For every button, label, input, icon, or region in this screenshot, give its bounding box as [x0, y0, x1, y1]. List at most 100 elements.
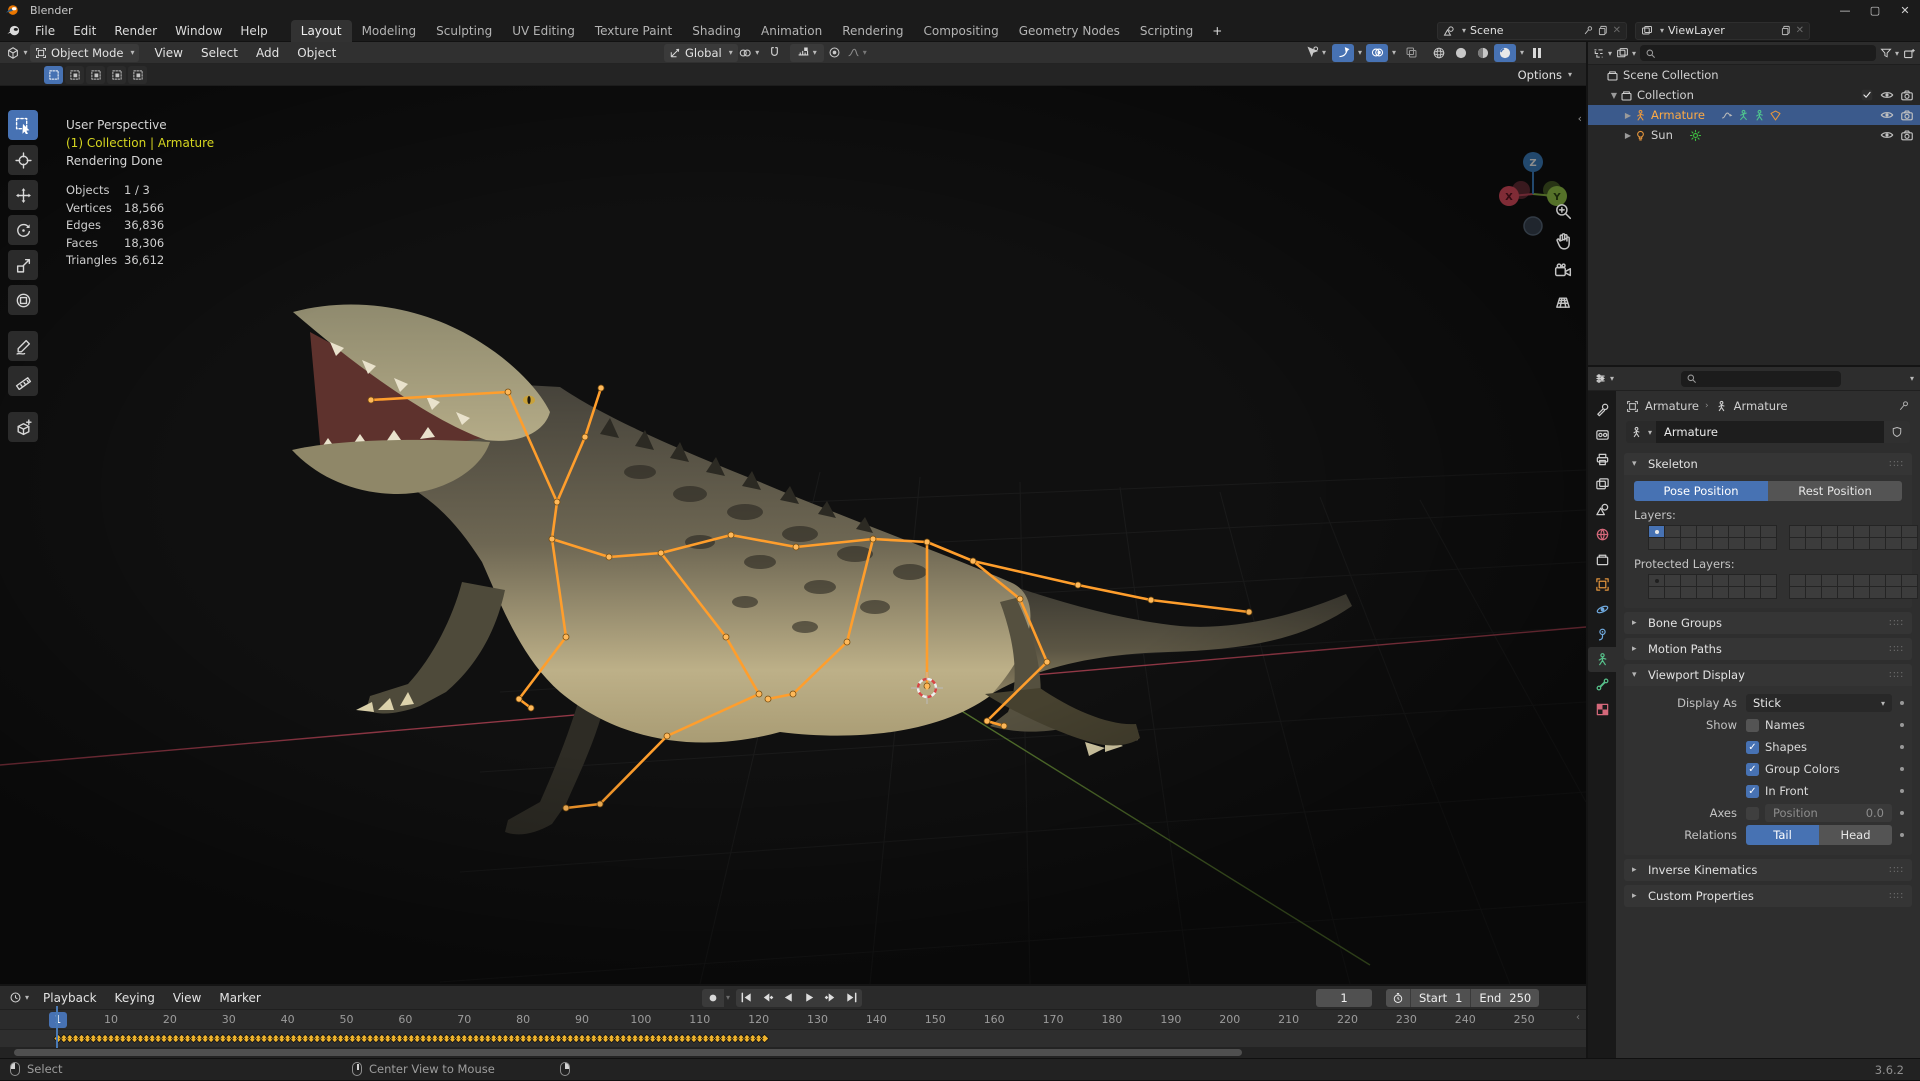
checkbox-in-front[interactable]: ✓ — [1746, 785, 1759, 798]
current-frame-indicator[interactable]: 1 — [49, 1012, 67, 1028]
select-mode-0[interactable] — [44, 66, 63, 84]
layer-cell[interactable] — [1886, 538, 1901, 549]
layer-cell[interactable] — [1729, 526, 1744, 537]
layer-cell[interactable] — [1665, 538, 1680, 549]
outliner-search-input[interactable] — [1640, 45, 1876, 61]
auto-keying-record-button[interactable] — [702, 989, 724, 1007]
layer-cell[interactable] — [1681, 526, 1696, 537]
layer-cell[interactable] — [1697, 587, 1712, 598]
layer-cell[interactable] — [1745, 587, 1760, 598]
layer-cell[interactable] — [1838, 538, 1853, 549]
viewport-menu-object[interactable]: Object — [288, 46, 345, 60]
toggle-ortho-icon[interactable] — [1554, 292, 1572, 310]
timeline-ruler[interactable]: 1020304050607080901001101201301401501601… — [0, 1010, 1586, 1030]
layer-cell[interactable] — [1854, 575, 1869, 586]
camera-toggle-icon[interactable] — [1900, 88, 1914, 102]
maximize-button[interactable]: ▢ — [1860, 0, 1890, 20]
timeline-scrollbar[interactable] — [0, 1047, 1586, 1058]
outliner-row-scene-collection[interactable]: Scene Collection — [1588, 65, 1920, 85]
eye-toggle-icon[interactable] — [1880, 88, 1894, 102]
menu-window[interactable]: Window — [166, 20, 231, 42]
gizmos-dropdown[interactable]: ▾ — [1358, 48, 1362, 57]
viewport-menu-select[interactable]: Select — [192, 46, 247, 60]
layer-cell[interactable] — [1761, 587, 1776, 598]
section-motion-paths-header[interactable]: ▸Motion Paths∷∷ — [1624, 638, 1912, 660]
zoom-icon[interactable] — [1554, 202, 1572, 220]
layer-cell[interactable] — [1902, 575, 1917, 586]
layer-cell[interactable] — [1649, 526, 1664, 537]
layer-cell[interactable] — [1822, 575, 1837, 586]
editor-type-properties-icon[interactable]: ▾ — [1594, 372, 1614, 385]
camera-toggle-icon[interactable] — [1900, 128, 1914, 142]
armature-name-field[interactable]: Armature — [1656, 421, 1884, 443]
relations-tail-button[interactable]: Tail — [1746, 825, 1819, 845]
section-custom-properties-header[interactable]: ▸Custom Properties∷∷ — [1624, 885, 1912, 907]
sidebar-collapse-arrow[interactable]: ‹ — [1578, 112, 1582, 125]
pin-icon[interactable] — [1583, 25, 1594, 36]
layer-cell[interactable] — [1665, 587, 1680, 598]
properties-tab-data[interactable] — [1588, 647, 1616, 672]
eye-toggle-icon[interactable] — [1880, 128, 1894, 142]
breadcrumb-data[interactable]: Armature — [1734, 399, 1788, 413]
animate-dot[interactable] — [1900, 811, 1904, 815]
options-dropdown[interactable]: Options▾ — [1518, 68, 1572, 82]
tool-rotate[interactable] — [8, 215, 38, 245]
play-button[interactable] — [799, 989, 820, 1007]
start-frame-field[interactable]: Start1 — [1411, 989, 1470, 1007]
checkbox-names[interactable] — [1746, 719, 1759, 732]
section-viewport-display-header[interactable]: ▾Viewport Display∷∷ — [1624, 664, 1912, 686]
orientation-dropdown[interactable]: Global ▾ — [664, 44, 738, 62]
layer-cell[interactable] — [1713, 526, 1728, 537]
properties-tab-view-layer[interactable] — [1588, 472, 1616, 497]
workspace-tab-sculpting[interactable]: Sculpting — [426, 20, 502, 42]
camera-view-icon[interactable] — [1554, 262, 1572, 280]
layer-cell[interactable] — [1649, 575, 1664, 586]
layer-cell[interactable] — [1697, 538, 1712, 549]
tool-scale[interactable] — [8, 250, 38, 280]
layer-cell[interactable] — [1681, 587, 1696, 598]
shading-wireframe-button[interactable] — [1428, 44, 1450, 62]
pin-id-icon[interactable] — [1898, 400, 1910, 412]
menu-edit[interactable]: Edit — [64, 20, 105, 42]
layer-cell[interactable] — [1886, 587, 1901, 598]
jump-end-button[interactable] — [841, 989, 862, 1007]
viewport-menu-view[interactable]: View — [145, 46, 191, 60]
layer-cell[interactable] — [1806, 526, 1821, 537]
timeline-menu-marker[interactable]: Marker — [210, 991, 269, 1005]
shading-rendered-button[interactable] — [1494, 44, 1516, 62]
layer-cell[interactable] — [1790, 538, 1805, 549]
section-inverse-kinematics-header[interactable]: ▸Inverse Kinematics∷∷ — [1624, 859, 1912, 881]
minimize-button[interactable]: — — [1830, 0, 1860, 20]
shading-material-button[interactable] — [1472, 44, 1494, 62]
rest-position-button[interactable]: Rest Position — [1768, 481, 1902, 501]
outliner-row-sun[interactable]: ▶Sun — [1588, 125, 1920, 145]
properties-tab-collection[interactable] — [1588, 547, 1616, 572]
xray-toggle[interactable] — [1400, 44, 1422, 62]
animate-dot[interactable] — [1900, 723, 1904, 727]
layer-cell[interactable] — [1697, 575, 1712, 586]
menu-render[interactable]: Render — [105, 20, 166, 42]
filter-icon[interactable]: ▾ — [1880, 47, 1899, 59]
view-layer-selector[interactable]: ▾ ViewLayer ✕ — [1635, 22, 1810, 40]
outliner-row-armature[interactable]: ▶Armature — [1588, 105, 1920, 125]
overlays-dropdown[interactable]: ▾ — [1392, 48, 1396, 57]
animate-dot[interactable] — [1900, 789, 1904, 793]
layer-cell[interactable] — [1838, 575, 1853, 586]
workspace-tab-rendering[interactable]: Rendering — [832, 20, 913, 42]
layer-cell[interactable] — [1870, 575, 1885, 586]
layer-cell[interactable] — [1745, 538, 1760, 549]
properties-tab-bone[interactable] — [1588, 672, 1616, 697]
playhead[interactable] — [56, 1006, 58, 1048]
gizmos-toggle[interactable] — [1332, 44, 1354, 62]
add-workspace-button[interactable]: + — [1203, 20, 1231, 42]
breadcrumb-object[interactable]: Armature — [1645, 399, 1699, 413]
workspace-tab-uv-editing[interactable]: UV Editing — [502, 20, 585, 42]
workspace-tab-shading[interactable]: Shading — [682, 20, 751, 42]
layer-cell[interactable] — [1902, 526, 1917, 537]
keying-set-dropdown[interactable]: ▾ — [726, 993, 730, 1002]
prev-keyframe-button[interactable] — [757, 989, 778, 1007]
snap-magnet-toggle[interactable] — [760, 44, 790, 62]
axes-checkbox[interactable] — [1746, 807, 1759, 820]
layer-cell[interactable] — [1729, 575, 1744, 586]
layer-cell[interactable] — [1854, 587, 1869, 598]
